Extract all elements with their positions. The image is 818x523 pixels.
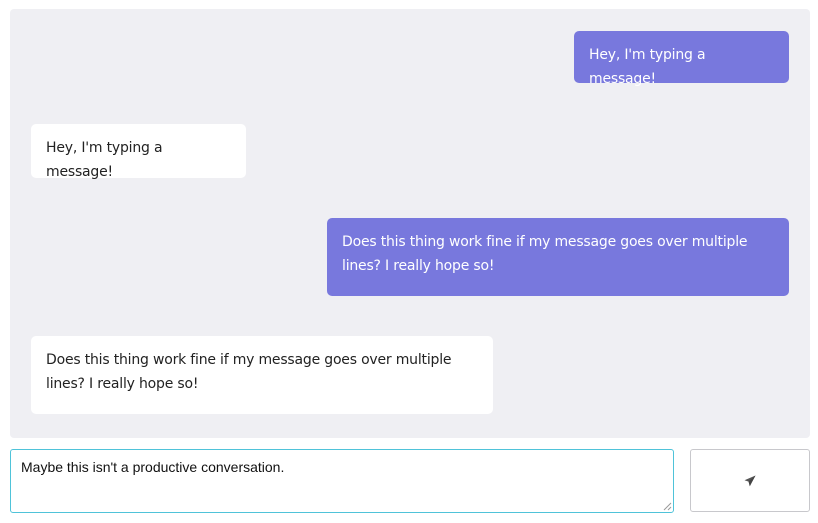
message-text: Does this thing work fine if my message … xyxy=(342,234,748,274)
message-input[interactable] xyxy=(10,449,674,513)
paper-plane-icon xyxy=(744,475,756,486)
message-bubble-incoming: Hey, I'm typing a message! xyxy=(31,124,246,180)
message-bubble-incoming: Does this thing work fine if my message … xyxy=(31,336,493,414)
chat-message-area: Hey, I'm typing a message! Hey, I'm typi… xyxy=(10,9,810,438)
message-text: Does this thing work fine if my message … xyxy=(46,352,452,392)
send-button[interactable] xyxy=(690,449,810,512)
message-text: Hey, I'm typing a message! xyxy=(589,47,706,87)
message-bubble-outgoing: Does this thing work fine if my message … xyxy=(327,218,789,296)
message-text: Hey, I'm typing a message! xyxy=(46,140,163,180)
message-bubble-outgoing: Hey, I'm typing a message! xyxy=(574,31,789,87)
resize-grip-icon[interactable] xyxy=(663,502,672,511)
